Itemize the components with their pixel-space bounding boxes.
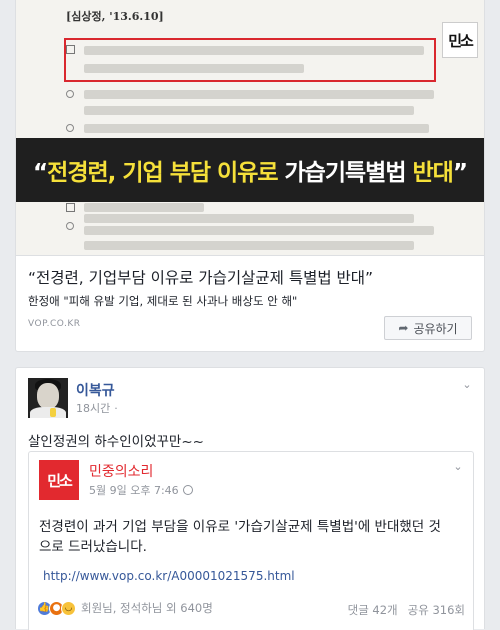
shared-post-time[interactable]: 5월 9일 오후 7:46 xyxy=(89,482,179,498)
vop-logo: 민소 xyxy=(442,22,478,58)
bullet-mark xyxy=(66,90,74,98)
bullet-mark xyxy=(66,222,74,230)
banner-highlight-text: 전경련, 기업 부담 이유로 xyxy=(47,160,278,186)
checkbox-mark xyxy=(66,203,75,212)
document-text-line xyxy=(84,124,429,133)
document-text-line xyxy=(84,106,414,115)
avatar-face xyxy=(37,383,59,409)
document-text-line xyxy=(84,90,434,99)
comment-post-card: 이복규 18시간 · ⌄ 살인정권의 하수인이었꾸만~~ 민소 민중의소리 5월… xyxy=(15,367,485,630)
shared-post: 민소 민중의소리 5월 9일 오후 7:46 ⌄ 전경련이 과거 기업 부담을 … xyxy=(28,451,474,630)
shares-count[interactable]: 공유 316회 xyxy=(408,602,465,618)
page-avatar[interactable]: 민소 xyxy=(39,460,79,500)
share-icon: ➦ xyxy=(398,321,409,335)
shared-post-meta: 5월 9일 오후 7:46 xyxy=(89,482,193,498)
document-text-line xyxy=(84,46,424,55)
document-text-line xyxy=(84,64,304,73)
shared-post-link[interactable]: http://www.vop.co.kr/A00001021575.html xyxy=(43,569,295,583)
yellow-ribbon-icon xyxy=(50,408,56,417)
banner-plain-text: 가습기특별법 xyxy=(277,160,413,186)
article-thumbnail[interactable]: [심상정, '13.6.10] 민소 “전경련, 기업 부담 이유로 가습기특별… xyxy=(16,0,484,256)
comments-count[interactable]: 댓글 42개 xyxy=(348,602,398,618)
banner-highlight-text-2: 반대 xyxy=(412,160,454,186)
link-preview-card[interactable]: [심상정, '13.6.10] 민소 “전경련, 기업 부담 이유로 가습기특별… xyxy=(15,0,485,352)
share-button-label: 공유하기 xyxy=(413,321,458,336)
comment-meta: 18시간 · xyxy=(76,400,118,416)
chevron-down-icon[interactable]: ⌄ xyxy=(451,460,465,474)
comment-text: 살인정권의 하수인이었꾸만~~ xyxy=(28,434,204,450)
avatar-shirt xyxy=(30,407,66,418)
reactions-text[interactable]: 회원님, 정석하님 외 640명 xyxy=(81,600,213,616)
haha-reaction-icon: ◡ xyxy=(61,600,76,616)
highlighted-clause-box xyxy=(64,38,436,82)
document-text-line xyxy=(84,214,414,223)
chevron-down-icon[interactable]: ⌄ xyxy=(460,378,474,392)
document-text-line xyxy=(84,241,414,250)
document-heading: [심상정, '13.6.10] xyxy=(66,10,164,23)
shared-post-text-line1: 전경련이 과거 기업 부담을 이유로 '가습기살균제 특별법'에 반대했던 것 xyxy=(39,519,441,535)
article-description: 한정애 "피해 유발 기업, 제대로 된 사과나 배상도 안 해" xyxy=(28,294,298,308)
privacy-icon: · xyxy=(114,401,118,415)
headline-banner: “전경련, 기업 부담 이유로 가습기특별법 반대” xyxy=(16,138,484,202)
article-domain: VOP.CO.KR xyxy=(28,319,81,329)
checkbox-mark xyxy=(66,45,75,54)
shared-page-name[interactable]: 민중의소리 xyxy=(89,461,153,481)
article-title[interactable]: “전경련, 기업부담 이유로 가습기살균제 특별법 반대” xyxy=(28,266,373,288)
headline-banner-text: “전경련, 기업 부담 이유로 가습기특별법 반대” xyxy=(33,153,468,187)
engagement-counts: 댓글 42개 공유 316회 xyxy=(348,602,465,618)
banner-open-quote: “ xyxy=(33,160,48,186)
shared-post-text-line2: 으로 드러났습니다. xyxy=(39,539,147,555)
comment-time[interactable]: 18시간 xyxy=(76,400,110,416)
share-button[interactable]: ➦ 공유하기 xyxy=(384,316,472,340)
comment-author-name[interactable]: 이복규 xyxy=(76,380,115,400)
document-text-line xyxy=(84,203,204,212)
avatar[interactable] xyxy=(28,378,68,418)
document-text-line xyxy=(84,226,434,235)
bullet-mark xyxy=(66,124,74,132)
banner-close-quote: ” xyxy=(452,160,468,186)
public-globe-icon xyxy=(182,485,193,495)
reactions-summary[interactable]: 👍 ● ◡ 회원님, 정석하님 외 640명 xyxy=(37,600,213,616)
